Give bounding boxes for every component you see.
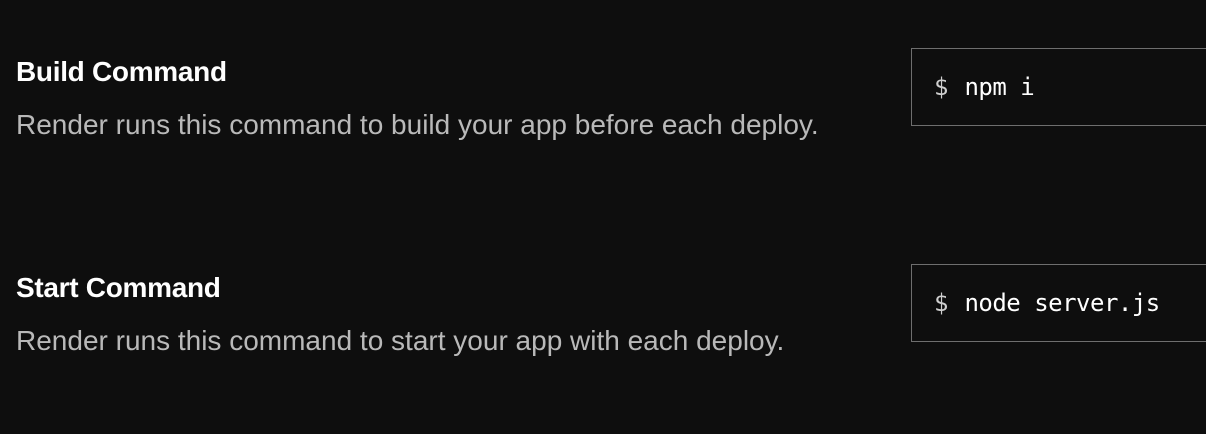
start-command-description: Render runs this command to start your a… xyxy=(16,325,785,356)
build-command-text: Build Command Render runs this command t… xyxy=(16,48,836,149)
start-command-prompt: $ xyxy=(934,289,949,317)
build-command-input[interactable]: $ npm i xyxy=(911,48,1206,126)
start-command-title: Start Command xyxy=(16,272,221,303)
start-command-input[interactable]: $ node server.js xyxy=(911,264,1206,342)
build-command-description: Render runs this command to build your a… xyxy=(16,109,819,140)
build-command-value[interactable]: npm i xyxy=(964,73,1034,101)
build-command-prompt: $ xyxy=(934,73,949,101)
start-command-value[interactable]: node server.js xyxy=(964,289,1160,317)
start-command-text: Start Command Render runs this command t… xyxy=(16,264,836,365)
build-command-title: Build Command xyxy=(16,56,227,87)
